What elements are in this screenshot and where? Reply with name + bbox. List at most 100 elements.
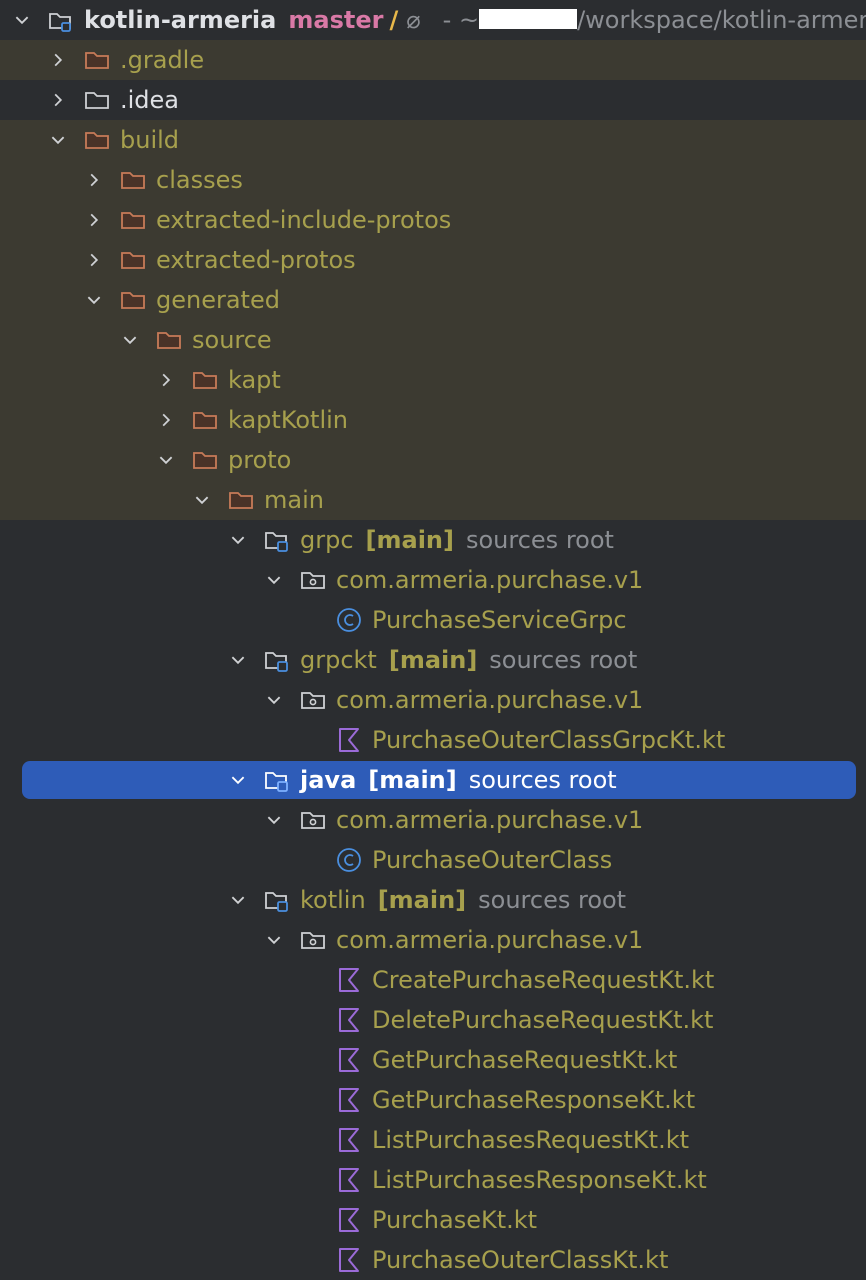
tree-row-generated[interactable]: generated [0, 280, 866, 320]
tree-row-grpc[interactable]: grpc [main] sources root [0, 520, 866, 560]
sync-status-icon: ⌀ [406, 6, 421, 34]
tree-label: com.armeria.purchase.v1 [336, 806, 644, 834]
chevron-down-icon[interactable] [226, 520, 250, 560]
chevron-right-icon[interactable] [154, 360, 178, 400]
source-root-folder-icon [262, 885, 292, 915]
kotlin-file-icon [334, 965, 364, 995]
tree-row-classes[interactable]: classes [0, 160, 866, 200]
kotlin-file-icon [334, 1205, 364, 1235]
chevron-down-icon[interactable] [10, 0, 34, 40]
chevron-right-icon[interactable] [46, 80, 70, 120]
tree-row-source[interactable]: source [0, 320, 866, 360]
chevron-down-icon[interactable] [262, 680, 286, 720]
module-tag: [main] [365, 526, 454, 554]
module-tag: [main] [388, 646, 478, 674]
tree-row-kotlin-file[interactable]: ListPurchasesRequestKt.kt [0, 1120, 866, 1160]
package-icon [298, 805, 328, 835]
tree-row-java-package[interactable]: com.armeria.purchase.v1 [0, 800, 866, 840]
tree-label: build [120, 126, 180, 154]
project-name: kotlin-armeria [84, 6, 277, 34]
source-root-folder-icon [262, 645, 292, 675]
excluded-folder-icon [190, 445, 220, 475]
tree-label: PurchaseServiceGrpc [372, 606, 627, 634]
tree-label: com.armeria.purchase.v1 [336, 686, 644, 714]
tree-row-grpckt[interactable]: grpckt [main] sources root [0, 640, 866, 680]
tree-row-grpc-package[interactable]: com.armeria.purchase.v1 [0, 560, 866, 600]
tree-row-extracted-include-protos[interactable]: extracted-include-protos [0, 200, 866, 240]
tree-row-main[interactable]: main [0, 480, 866, 520]
source-root-folder-icon [262, 765, 292, 795]
source-root-folder-icon [262, 525, 292, 555]
tree-label: CreatePurchaseRequestKt.kt [372, 966, 715, 994]
chevron-down-icon[interactable] [226, 880, 250, 920]
excluded-folder-icon [190, 405, 220, 435]
tree-row-kotlin-file[interactable]: GetPurchaseResponseKt.kt [0, 1080, 866, 1120]
tree-row-kotlin-file[interactable]: DeletePurchaseRequestKt.kt [0, 1000, 866, 1040]
tree-row-gradle[interactable]: .gradle [0, 40, 866, 80]
chevron-right-icon[interactable] [154, 400, 178, 440]
chevron-right-icon[interactable] [82, 240, 106, 280]
tree-row-idea[interactable]: .idea [0, 80, 866, 120]
chevron-right-icon[interactable] [82, 200, 106, 240]
chevron-down-icon[interactable] [226, 760, 250, 800]
package-icon [298, 685, 328, 715]
kotlin-file-icon [334, 1165, 364, 1195]
sources-root-hint: sources root [489, 646, 638, 674]
tree-row-kotlin-file[interactable]: GetPurchaseRequestKt.kt [0, 1040, 866, 1080]
package-icon [298, 925, 328, 955]
tree-label: extracted-include-protos [156, 206, 452, 234]
chevron-down-icon[interactable] [262, 920, 286, 960]
tree-row-kotlin[interactable]: kotlin [main] sources root [0, 880, 866, 920]
chevron-down-icon[interactable] [190, 480, 214, 520]
tree-row-grpc-class[interactable]: PurchaseServiceGrpc [0, 600, 866, 640]
tree-label: PurchaseOuterClassKt.kt [372, 1246, 669, 1274]
module-tag: [main] [368, 766, 457, 794]
sources-root-hint: sources root [468, 766, 617, 794]
tree-row-kotlin-file[interactable]: CreatePurchaseRequestKt.kt [0, 960, 866, 1000]
tree-row-kotlin-file[interactable]: PurchaseOuterClassKt.kt [0, 1240, 866, 1280]
chevron-right-icon[interactable] [46, 40, 70, 80]
kotlin-file-icon [334, 1125, 364, 1155]
path-prefix: - ~ [442, 6, 480, 34]
excluded-folder-icon [82, 45, 112, 75]
tree-row-kotlin-package[interactable]: com.armeria.purchase.v1 [0, 920, 866, 960]
chevron-right-icon[interactable] [82, 160, 106, 200]
chevron-down-icon[interactable] [118, 320, 142, 360]
tree-row-kapt[interactable]: kapt [0, 360, 866, 400]
chevron-down-icon[interactable] [262, 800, 286, 840]
tree-label: com.armeria.purchase.v1 [336, 566, 644, 594]
kotlin-file-icon [334, 725, 364, 755]
tree-row-grpckt-package[interactable]: com.armeria.purchase.v1 [0, 680, 866, 720]
kotlin-file-icon [334, 1045, 364, 1075]
chevron-down-icon[interactable] [82, 280, 106, 320]
tree-label: GetPurchaseRequestKt.kt [372, 1046, 678, 1074]
tree-label: DeletePurchaseRequestKt.kt [372, 1006, 714, 1034]
tree-row-proto[interactable]: proto [0, 440, 866, 480]
chevron-down-icon[interactable] [154, 440, 178, 480]
tree-row-extracted-protos[interactable]: extracted-protos [0, 240, 866, 280]
branch-name: master [288, 6, 384, 34]
tree-label: kaptKotlin [228, 406, 349, 434]
excluded-folder-icon [118, 245, 148, 275]
chevron-down-icon[interactable] [46, 120, 70, 160]
tree-row-java[interactable]: java [main] sources root [0, 760, 866, 800]
tree-label: java [300, 766, 357, 794]
tree-row-kotlin-file[interactable]: ListPurchasesResponseKt.kt [0, 1160, 866, 1200]
tree-label: grpckt [300, 646, 377, 674]
tree-label: ListPurchasesResponseKt.kt [372, 1166, 707, 1194]
tree-row-root[interactable]: kotlin-armeria master / ⌀ - ~ /workspace… [0, 0, 866, 40]
tree-row-grpckt-file[interactable]: PurchaseOuterClassGrpcKt.kt [0, 720, 866, 760]
tree-row-java-class[interactable]: PurchaseOuterClass [0, 840, 866, 880]
tree-label: com.armeria.purchase.v1 [336, 926, 644, 954]
tree-row-kaptkotlin[interactable]: kaptKotlin [0, 400, 866, 440]
tree-label: classes [156, 166, 243, 194]
tree-label: generated [156, 286, 280, 314]
tree-row-build[interactable]: build [0, 120, 866, 160]
chevron-down-icon[interactable] [226, 640, 250, 680]
branch-separator: / [389, 6, 399, 34]
tree-row-kotlin-file[interactable]: PurchaseKt.kt [0, 1200, 866, 1240]
chevron-down-icon[interactable] [262, 560, 286, 600]
